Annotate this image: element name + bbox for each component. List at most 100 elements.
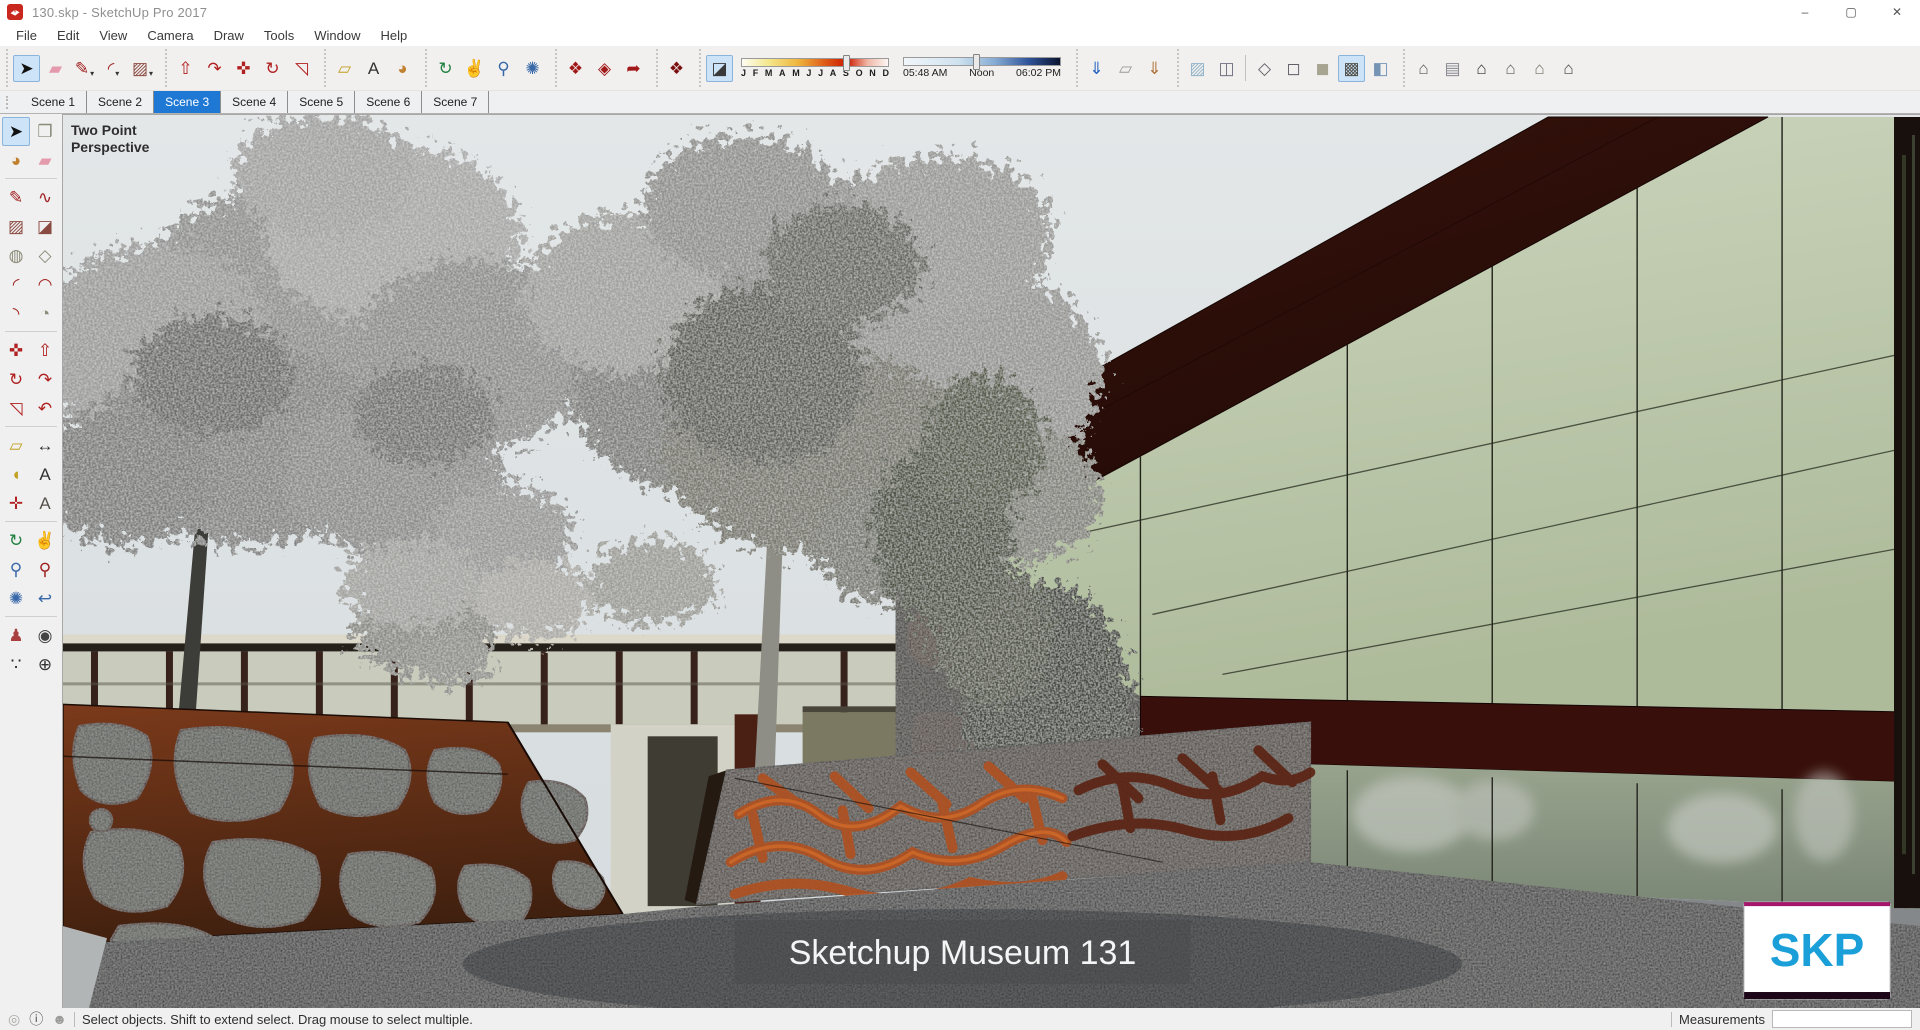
- tool-protractor[interactable]: ◖: [2, 460, 30, 489]
- tool-arc[interactable]: ◜: [2, 270, 30, 299]
- scene-tab-1[interactable]: Scene 1: [20, 91, 88, 113]
- tool-position-camera[interactable]: ♟: [2, 621, 30, 650]
- shaded-textures-button[interactable]: ▩: [1338, 54, 1365, 82]
- monochrome-button[interactable]: ◧: [1367, 55, 1394, 82]
- hidden-line-button[interactable]: ◻: [1280, 55, 1307, 82]
- rotate-button[interactable]: ↻: [259, 55, 286, 82]
- back-edges-button[interactable]: ◫: [1213, 55, 1240, 82]
- tool-text[interactable]: A: [31, 460, 59, 489]
- dropdown-caret-icon[interactable]: ▾: [149, 69, 153, 78]
- time-slider-handle[interactable]: [972, 54, 980, 70]
- menu-window[interactable]: Window: [304, 28, 370, 43]
- extension-manager-button[interactable]: ❖: [663, 55, 690, 82]
- credits-status-icon[interactable]: ⓘ: [29, 1012, 43, 1026]
- minimize-button[interactable]: –: [1782, 0, 1828, 24]
- tool-previous-view[interactable]: ↩: [31, 584, 59, 613]
- tape-measure-button[interactable]: ▱: [331, 55, 358, 82]
- tool-tape-measure[interactable]: ▱: [2, 431, 30, 460]
- zoom-extents-button[interactable]: ✺: [519, 55, 546, 82]
- tool-eraser[interactable]: ▰: [31, 146, 59, 175]
- toggle-terrain-button[interactable]: ▱: [1112, 55, 1139, 82]
- close-button[interactable]: ✕: [1874, 0, 1920, 24]
- scene-tab-4[interactable]: Scene 4: [221, 91, 289, 113]
- menu-camera[interactable]: Camera: [137, 28, 203, 43]
- menu-help[interactable]: Help: [371, 28, 418, 43]
- scale-button[interactable]: ◹: [288, 55, 315, 82]
- shadow-month-slider[interactable]: JFMAMJJASOND: [741, 55, 889, 78]
- viewport-3d[interactable]: Sketchup Museum 131 SKP Two Point Perspe…: [62, 114, 1920, 1008]
- tool-orbit[interactable]: ↻: [2, 526, 30, 555]
- tool-move[interactable]: ✜: [2, 336, 30, 365]
- eraser-button[interactable]: ▰: [42, 55, 69, 82]
- tool-paint-bucket[interactable]: ◕: [2, 146, 30, 175]
- scene-tab-7[interactable]: Scene 7: [422, 91, 490, 113]
- tool-dimensions[interactable]: ↔: [31, 431, 59, 460]
- add-location-button[interactable]: ⇓: [1083, 55, 1110, 82]
- follow-me-button[interactable]: ↷: [201, 55, 228, 82]
- tool-three-point-arc[interactable]: ◝: [2, 299, 30, 328]
- tool-walk[interactable]: ∵: [2, 650, 30, 679]
- tool-zoom[interactable]: ⚲: [2, 555, 30, 584]
- send-to-layout-button[interactable]: ➦: [620, 55, 647, 82]
- tool-rectangle[interactable]: ▨: [2, 212, 30, 241]
- menu-draw[interactable]: Draw: [204, 28, 254, 43]
- shadow-time-slider[interactable]: 05:48 AM Noon 06:02 PM: [903, 54, 1061, 79]
- warehouse-3d-button[interactable]: ◈: [591, 55, 618, 82]
- scene-tab-5[interactable]: Scene 5: [288, 91, 356, 113]
- text-button[interactable]: A: [360, 55, 387, 82]
- menu-tools[interactable]: Tools: [254, 28, 304, 43]
- menu-file[interactable]: File: [6, 28, 47, 43]
- orbit-button[interactable]: ↻: [432, 55, 459, 82]
- scene-tab-3[interactable]: Scene 3: [154, 91, 222, 113]
- tool-push-pull[interactable]: ⇧: [31, 336, 59, 365]
- measurements-input[interactable]: [1772, 1010, 1912, 1028]
- photo-textures-button[interactable]: ⇓: [1141, 55, 1168, 82]
- tool-follow-me[interactable]: ↷: [31, 365, 59, 394]
- line-button[interactable]: ✎ ▾: [71, 55, 98, 82]
- view-top-button[interactable]: ▤: [1439, 55, 1466, 82]
- push-pull-button[interactable]: ⇧: [172, 55, 199, 82]
- tool-look-around[interactable]: ◉: [31, 621, 59, 650]
- paint-bucket-button[interactable]: ◕: [389, 55, 416, 82]
- extension-warehouse-button[interactable]: ❖: [562, 55, 589, 82]
- pan-button[interactable]: ✌: [461, 55, 488, 82]
- tool-compass[interactable]: ⊕: [31, 650, 59, 679]
- select-button[interactable]: ➤: [13, 54, 40, 82]
- arc-button[interactable]: ◜ ▾: [100, 55, 127, 82]
- tool-rotated-rectangle[interactable]: ◪: [31, 212, 59, 241]
- dropdown-caret-icon[interactable]: ▾: [90, 69, 94, 78]
- scene-tab-6[interactable]: Scene 6: [355, 91, 423, 113]
- xray-button[interactable]: ▨: [1184, 55, 1211, 82]
- rectangle-button[interactable]: ▨ ▾: [129, 55, 156, 82]
- tool-zoom-extents[interactable]: ✺: [2, 584, 30, 613]
- month-slider-handle[interactable]: [842, 55, 850, 71]
- tool-pan[interactable]: ✌: [31, 526, 59, 555]
- view-right-button[interactable]: ⌂: [1497, 55, 1524, 82]
- move-button[interactable]: ✜: [230, 55, 257, 82]
- geolocation-status-icon[interactable]: ◎: [8, 1012, 20, 1026]
- tool-line[interactable]: ✎: [2, 183, 30, 212]
- tool-scale[interactable]: ◹: [2, 394, 30, 423]
- menu-edit[interactable]: Edit: [47, 28, 89, 43]
- view-front-button[interactable]: ⌂: [1468, 55, 1495, 82]
- tool-polygon[interactable]: ◇: [31, 241, 59, 270]
- view-back-button[interactable]: ⌂: [1526, 55, 1553, 82]
- shaded-button[interactable]: ◼: [1309, 55, 1336, 82]
- tool-freehand[interactable]: ∿: [31, 183, 59, 212]
- tool-axes[interactable]: ✛: [2, 489, 30, 518]
- zoom-button[interactable]: ⚲: [490, 55, 517, 82]
- tool-zoom-window[interactable]: ⚲: [31, 555, 59, 584]
- maximize-button[interactable]: ▢: [1828, 0, 1874, 24]
- tool-rotate[interactable]: ↻: [2, 365, 30, 394]
- sign-in-status-icon[interactable]: ☻: [52, 1012, 67, 1026]
- view-iso-button[interactable]: ⌂: [1410, 55, 1437, 82]
- tool-text-3d[interactable]: A: [31, 489, 59, 518]
- tool-pie[interactable]: ◔: [31, 299, 59, 328]
- menu-view[interactable]: View: [89, 28, 137, 43]
- tool-make-component[interactable]: ❒: [31, 117, 59, 146]
- shadows-toggle-button[interactable]: ◪: [706, 54, 733, 82]
- view-left-button[interactable]: ⌂: [1555, 55, 1582, 82]
- tool-select[interactable]: ➤: [2, 117, 30, 146]
- tool-circle[interactable]: ◍: [2, 241, 30, 270]
- wireframe-button[interactable]: ◇: [1251, 55, 1278, 82]
